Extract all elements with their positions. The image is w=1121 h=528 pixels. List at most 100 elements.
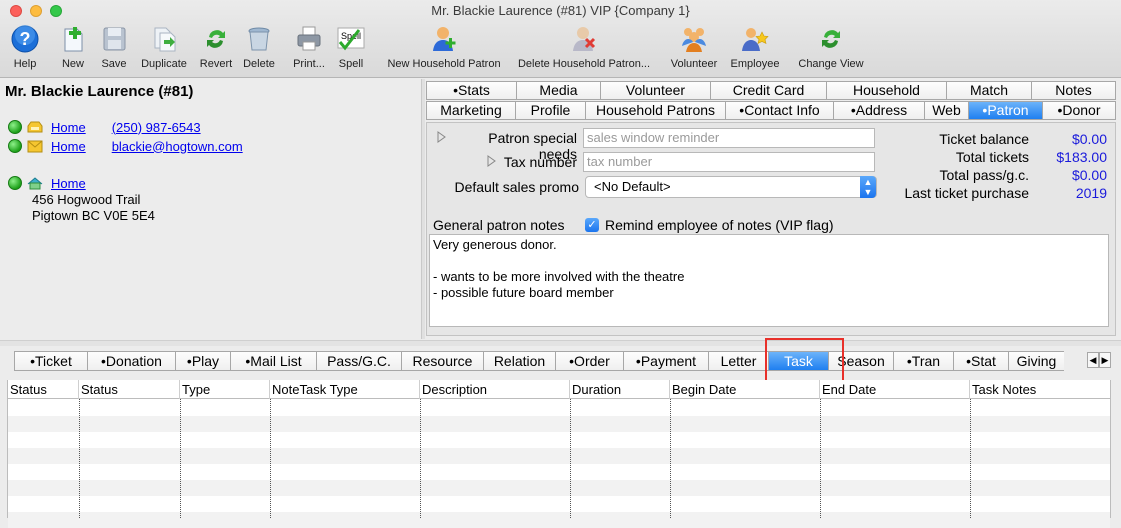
tab-ticket[interactable]: •Ticket — [14, 351, 87, 371]
printer-icon — [297, 26, 321, 51]
tab-giving[interactable]: Giving — [1008, 351, 1064, 371]
trash-can-icon — [248, 27, 270, 51]
tax-number-label: Tax number — [503, 154, 577, 170]
delete-button[interactable]: Delete — [241, 24, 277, 76]
window-title: Mr. Blackie Laurence (#81) VIP {Company … — [431, 3, 690, 18]
tab-order[interactable]: •Order — [555, 351, 623, 371]
special-needs-input[interactable]: sales window reminder — [583, 128, 875, 148]
tabs-scroll-right-button[interactable]: ▶ — [1099, 352, 1111, 368]
tab-letter[interactable]: Letter — [708, 351, 768, 371]
total-tickets-value: $183.00 — [1056, 149, 1107, 165]
tab-contact-info[interactable]: •Contact Info — [725, 101, 833, 120]
envelope-icon — [27, 140, 43, 152]
tab-address[interactable]: •Address — [833, 101, 924, 120]
spell-check-icon: Spell — [337, 27, 365, 51]
primary-status-icon — [8, 139, 22, 153]
default-promo-select[interactable]: <No Default> ▲ ▼ — [585, 176, 877, 198]
spell-button[interactable]: Spell Spell — [334, 24, 368, 76]
duplicate-button[interactable]: Duplicate — [137, 24, 191, 76]
patron-summary-panel: Mr. Blackie Laurence (#81) Home (250) 98… — [0, 79, 421, 339]
tab-web[interactable]: Web — [924, 101, 968, 120]
delete-household-patron-button[interactable]: Delete Household Patron... — [512, 24, 656, 76]
tab-profile[interactable]: Profile — [515, 101, 585, 120]
address-type-link[interactable]: Home — [51, 176, 86, 191]
tab-match[interactable]: Match — [946, 81, 1031, 100]
remind-vip-checkbox[interactable]: ✓ — [585, 218, 599, 232]
tab-notes[interactable]: Notes — [1031, 81, 1116, 100]
table-row[interactable] — [8, 480, 1110, 496]
phone-number-link[interactable]: (250) 987-6543 — [112, 120, 201, 135]
tab-donor[interactable]: •Donor — [1042, 101, 1116, 120]
tab-marketing[interactable]: Marketing — [426, 101, 515, 120]
tab-volunteer[interactable]: Volunteer — [600, 81, 710, 100]
email-row: Home blackie@hogtown.com — [8, 137, 243, 155]
tabs-scroll-left-button[interactable]: ◀ — [1087, 352, 1099, 368]
total-pass-label: Total pass/g.c. — [939, 167, 1030, 183]
column-divider — [970, 399, 971, 518]
tab-tran[interactable]: •Tran — [893, 351, 953, 371]
tab-stats[interactable]: •Stats — [426, 81, 516, 100]
default-promo-value: <No Default> — [594, 179, 671, 194]
tab-payment[interactable]: •Payment — [623, 351, 708, 371]
tab-resource[interactable]: Resource — [401, 351, 483, 371]
tab-donation[interactable]: •Donation — [87, 351, 175, 371]
column-header-description[interactable]: Description — [420, 380, 570, 399]
zoom-window-button[interactable] — [50, 5, 62, 17]
tab-relation[interactable]: Relation — [483, 351, 555, 371]
column-header-end-date[interactable]: End Date — [820, 380, 970, 399]
address-line-2: Pigtown BC V0E 5E4 — [32, 208, 155, 223]
horizontal-splitter[interactable] — [0, 340, 1121, 346]
last-purchase-label: Last ticket purchase — [904, 185, 1029, 201]
tab-patron[interactable]: •Patron — [968, 101, 1042, 120]
phone-type-link[interactable]: Home — [51, 120, 86, 135]
task-grid[interactable]: Status Status Type NoteTask Type Descrip… — [7, 380, 1111, 528]
tab-stat[interactable]: •Stat — [953, 351, 1008, 371]
table-row[interactable] — [8, 432, 1110, 448]
general-notes-textarea[interactable]: Very generous donor. - wants to be more … — [429, 234, 1109, 327]
column-header-status[interactable]: Status — [8, 380, 79, 399]
tab-play[interactable]: •Play — [175, 351, 230, 371]
new-household-patron-button[interactable]: New Household Patron — [382, 24, 506, 76]
table-row[interactable] — [8, 400, 1110, 416]
column-divider — [820, 399, 821, 518]
revert-button[interactable]: Revert — [197, 24, 235, 76]
select-arrows-icon: ▲ ▼ — [860, 176, 876, 198]
ticket-balance-value: $0.00 — [1071, 131, 1107, 147]
column-header-type[interactable]: Type — [180, 380, 270, 399]
column-header-task-notes[interactable]: Task Notes — [970, 380, 1111, 399]
tab-media[interactable]: Media — [516, 81, 600, 100]
panel-splitter[interactable] — [421, 79, 425, 339]
table-row[interactable] — [8, 512, 1110, 528]
help-button[interactable]: ? Help — [8, 24, 42, 76]
column-header-status-2[interactable]: Status — [79, 380, 180, 399]
column-header-duration[interactable]: Duration — [570, 380, 670, 399]
column-header-note-task-type[interactable]: NoteTask Type — [270, 380, 420, 399]
volunteer-button[interactable]: Volunteer — [668, 24, 720, 76]
address-row: Home — [8, 174, 86, 192]
column-header-begin-date[interactable]: Begin Date — [670, 380, 820, 399]
email-address-link[interactable]: blackie@hogtown.com — [112, 139, 243, 154]
phone-row: Home (250) 987-6543 — [8, 118, 201, 136]
column-divider — [180, 399, 181, 518]
print-button[interactable]: Print... — [290, 24, 328, 76]
minimize-window-button[interactable] — [30, 5, 42, 17]
tax-number-input[interactable]: tax number — [583, 152, 875, 172]
close-window-button[interactable] — [10, 5, 22, 17]
table-row[interactable] — [8, 416, 1110, 432]
tab-mail-list[interactable]: •Mail List — [230, 351, 316, 371]
new-button[interactable]: New — [56, 24, 90, 76]
change-view-button[interactable]: Change View — [795, 24, 867, 76]
employee-button[interactable]: Employee — [728, 24, 782, 76]
tab-credit-card[interactable]: Credit Card — [710, 81, 826, 100]
save-button[interactable]: Save — [97, 24, 131, 76]
email-type-link[interactable]: Home — [51, 139, 86, 154]
remove-person-icon — [573, 27, 596, 51]
tab-household[interactable]: Household — [826, 81, 946, 100]
house-icon — [27, 176, 43, 189]
tab-pass-gc[interactable]: Pass/G.C. — [316, 351, 401, 371]
window-chrome: Mr. Blackie Laurence (#81) VIP {Company … — [0, 0, 1121, 78]
tab-household-patrons[interactable]: Household Patrons — [585, 101, 725, 120]
table-row[interactable] — [8, 448, 1110, 464]
table-row[interactable] — [8, 464, 1110, 480]
table-row[interactable] — [8, 496, 1110, 512]
